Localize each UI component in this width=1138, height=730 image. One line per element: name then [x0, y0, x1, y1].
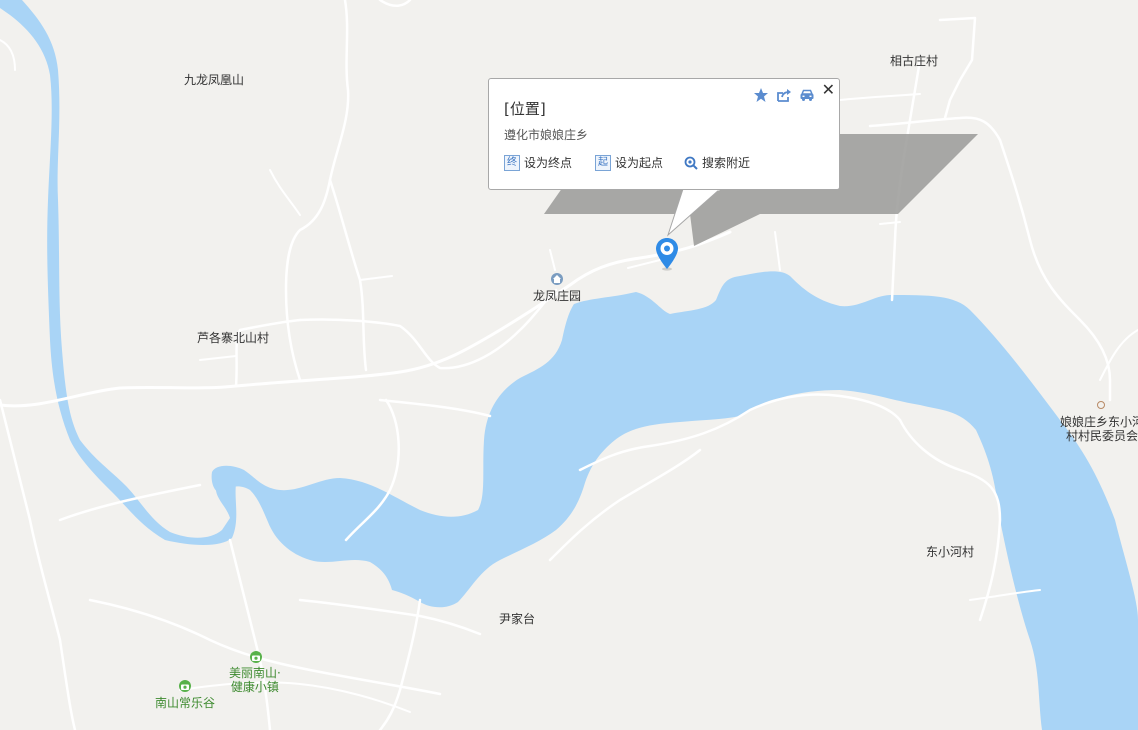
camera-icon[interactable] — [250, 651, 262, 663]
close-icon[interactable]: ✕ — [822, 81, 835, 99]
poi-label-line: 娘娘庄乡东小河 — [1060, 415, 1138, 429]
place-label: 芦各寨北山村 — [197, 331, 270, 345]
office-dot-icon[interactable] — [1097, 401, 1105, 409]
location-pin-icon[interactable] — [655, 237, 679, 271]
search-nearby-button[interactable]: 搜索附近 — [684, 154, 750, 171]
popup-title: [位置] — [504, 100, 546, 118]
car-icon[interactable] — [799, 87, 815, 103]
popup-address: 遵化市娘娘庄乡 — [504, 128, 589, 142]
poi-label[interactable]: 娘娘庄乡东小河 村村民委员会 — [1060, 415, 1138, 443]
star-icon[interactable] — [753, 87, 769, 103]
home-icon[interactable] — [551, 273, 563, 285]
set-end-label: 设为终点 — [524, 156, 573, 170]
search-icon — [684, 156, 698, 170]
place-label[interactable]: 南山常乐谷 — [155, 696, 215, 710]
place-label[interactable]: 龙凤庄园 — [533, 289, 581, 303]
end-badge-icon: 终 — [504, 154, 520, 171]
place-label: 相古庄村 — [890, 54, 939, 68]
poi-label-line: 美丽南山· — [229, 666, 281, 680]
search-nearby-label: 搜索附近 — [702, 156, 751, 170]
poi-label-line: 村村民委员会 — [1066, 429, 1138, 443]
camera-icon[interactable] — [179, 680, 191, 692]
place-label: 东小河村 — [926, 545, 975, 559]
share-icon[interactable] — [776, 87, 792, 103]
set-start-label: 设为起点 — [615, 156, 664, 170]
popup-pointer — [666, 189, 721, 237]
set-start-button[interactable]: 起 设为起点 — [595, 154, 663, 171]
start-badge-icon: 起 — [595, 154, 611, 171]
set-end-button[interactable]: 终 设为终点 — [504, 154, 572, 171]
place-label: 尹家台 — [499, 612, 536, 626]
place-label: 九龙凤凰山 — [184, 73, 245, 87]
location-popup: [位置] 遵化市娘娘庄乡 ✕ 终 设为终点 起 设为起点 搜索附近 — [488, 78, 840, 190]
poi-label-line: 健康小镇 — [230, 680, 279, 694]
poi-label[interactable]: 美丽南山· 健康小镇 — [229, 666, 281, 694]
